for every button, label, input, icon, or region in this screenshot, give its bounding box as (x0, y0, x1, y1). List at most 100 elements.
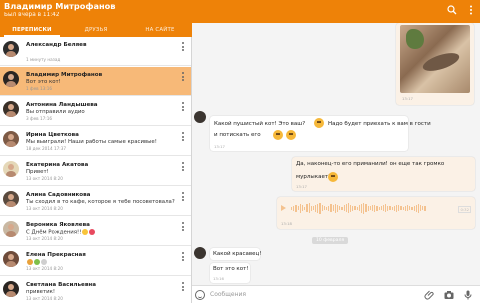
date-separator: 10 февраля (312, 237, 349, 244)
item-menu-icon[interactable] (182, 282, 185, 292)
chat-title: Владимир Митрофанов (4, 1, 116, 11)
conversation-item[interactable]: Елена Прекрасная 13 окт 2014 8:20 (0, 247, 191, 276)
message-preview: Вот это кот! (26, 79, 61, 85)
message-input[interactable]: Сообщения (210, 291, 246, 298)
message-time: 13:17 (402, 96, 413, 101)
contact-name: Владимир Митрофанов (26, 72, 103, 78)
message-time: 13 окт 2014 8:20 (26, 236, 63, 241)
incoming-message: Какой пушистый кот! Это ваш? Надо будет … (210, 116, 431, 151)
smiling-emoji-icon (328, 172, 338, 182)
message-text: Какой красавец! (213, 251, 262, 257)
conversation-item[interactable]: Антонина Ландышева Вы отправили аудио 3 … (0, 97, 191, 126)
contact-name: Алина Садовникова (26, 192, 91, 198)
plant-emoji-icon (34, 259, 40, 265)
audio-message[interactable]: 0:32 13:18 (277, 197, 475, 229)
app-header: Владимир Митрофанов Был вчера в 11:42 (0, 0, 480, 23)
ball-emoji-icon (41, 259, 47, 265)
message-text: мурлыкает! (296, 174, 331, 180)
item-menu-icon[interactable] (182, 222, 185, 232)
tab-friends[interactable]: ДРУЗЬЯ (64, 23, 128, 37)
contact-name: Екатерина Акатова (26, 162, 89, 168)
incoming-message: Вот это кот! 13:16 (210, 263, 250, 283)
avatar (3, 71, 19, 87)
contact-name: Светлана Васильевна (26, 282, 97, 288)
avatar (3, 131, 19, 147)
incoming-message: Какой красавец! (210, 248, 262, 260)
avatar (3, 161, 19, 177)
avatar (3, 41, 19, 57)
avatar (3, 191, 19, 207)
lips-emoji-icon (89, 229, 96, 235)
message-text: Вот это кот! (213, 266, 249, 272)
sender-avatar (194, 111, 206, 123)
cat-photo[interactable] (400, 25, 470, 93)
message-time: 18 дек 2014 17:37 (26, 146, 67, 151)
item-menu-icon[interactable] (182, 102, 185, 112)
mic-icon[interactable] (462, 289, 474, 301)
message-time: 3 фев 17:16 (26, 116, 53, 121)
conversation-item[interactable]: Светлана Васильевна приветик! 13 окт 201… (0, 277, 191, 303)
message-time: 13 окт 2014 8:20 (26, 206, 63, 211)
conversation-item[interactable]: Александр Беляев 1 минуту назад (0, 37, 191, 66)
contact-name: Ирина Цветкова (26, 132, 79, 138)
contact-name: Вероника Яковлева (26, 222, 90, 228)
sender-avatar (194, 247, 206, 259)
conversation-list: Александр Беляев 1 минуту назад Владимир… (0, 37, 192, 303)
chat-area: 13:17 Какой пушистый кот! Это ваш? Надо … (192, 23, 480, 285)
message-time: 13:17 (214, 144, 225, 149)
photo-message[interactable]: 13:17 (396, 23, 474, 105)
tab-online[interactable]: НА САЙТЕ (128, 23, 192, 37)
message-time: 1 фев 13:16 (26, 86, 53, 91)
message-preview: Привет! (26, 169, 49, 175)
search-icon[interactable] (446, 4, 458, 16)
conversation-item[interactable]: Ирина Цветкова Мы выиграли! Наши работы … (0, 127, 191, 156)
item-menu-icon[interactable] (182, 162, 185, 172)
message-preview: С Днём Рождения!! (26, 229, 96, 236)
contact-name: Антонина Ландышева (26, 102, 98, 108)
item-menu-icon[interactable] (182, 132, 185, 142)
item-menu-icon[interactable] (182, 42, 185, 52)
item-menu-icon[interactable] (182, 192, 185, 202)
message-preview: Вы отправили аудио (26, 109, 85, 115)
smiling-emoji-icon (286, 130, 296, 140)
message-time: 13 окт 2014 8:20 (26, 176, 63, 181)
message-text: и потискать его (214, 132, 261, 138)
camera-icon[interactable] (443, 289, 455, 301)
avatar (3, 221, 19, 237)
message-composer: Сообщения (192, 285, 480, 303)
message-time: 13:16 (213, 276, 224, 281)
contact-name: Александр Беляев (26, 42, 87, 48)
avatar (3, 251, 19, 267)
conversation-item[interactable]: Екатерина Акатова Привет! 13 окт 2014 8:… (0, 157, 191, 186)
avatar (3, 281, 19, 297)
message-preview: Ты сходил в то кафе, которое я тебе посо… (26, 199, 175, 205)
audio-waveform[interactable] (291, 202, 439, 214)
gift-emoji-icon (82, 229, 89, 235)
emoji-icon[interactable] (195, 290, 205, 300)
smiling-emoji-icon (273, 130, 283, 140)
message-preview: Мы выиграли! Наши работы самые красивые! (26, 139, 157, 145)
conversation-item[interactable]: Вероника Яковлева С Днём Рождения!! 13 о… (0, 217, 191, 246)
message-text: Какой пушистый кот! Это ваш? (214, 121, 306, 127)
play-icon[interactable] (281, 205, 286, 211)
item-menu-icon[interactable] (182, 252, 185, 262)
chat-subtitle: Был вчера в 11:42 (4, 12, 60, 18)
message-time: 13 окт 2014 8:20 (26, 266, 63, 271)
conversation-item[interactable]: Алина Садовникова Ты сходил в то кафе, к… (0, 187, 191, 216)
outgoing-message: Да, наконец-то его приманили! он еще так… (292, 157, 475, 191)
conversation-tabs: ПЕРЕПИСКИ ДРУЗЬЯ НА САЙТЕ (0, 23, 192, 37)
message-text: Надо будет приехать к вам в гости (328, 121, 431, 127)
tab-conversations[interactable]: ПЕРЕПИСКИ (0, 23, 64, 37)
message-time: 13 окт 2014 8:20 (26, 296, 63, 301)
message-preview (26, 259, 47, 266)
message-time: 13:18 (281, 221, 292, 226)
item-menu-icon[interactable] (182, 72, 185, 82)
audio-duration: 0:32 (458, 206, 471, 213)
message-time: 1 минуту назад (26, 57, 61, 62)
conversation-item-selected[interactable]: Владимир Митрофанов Вот это кот! 1 фев 1… (0, 67, 191, 96)
message-text: Да, наконец-то его приманили! он еще так… (296, 161, 445, 167)
attach-icon[interactable] (424, 289, 436, 301)
more-vert-icon[interactable] (465, 4, 477, 16)
message-preview: приветик! (26, 289, 56, 295)
avatar (3, 101, 19, 117)
